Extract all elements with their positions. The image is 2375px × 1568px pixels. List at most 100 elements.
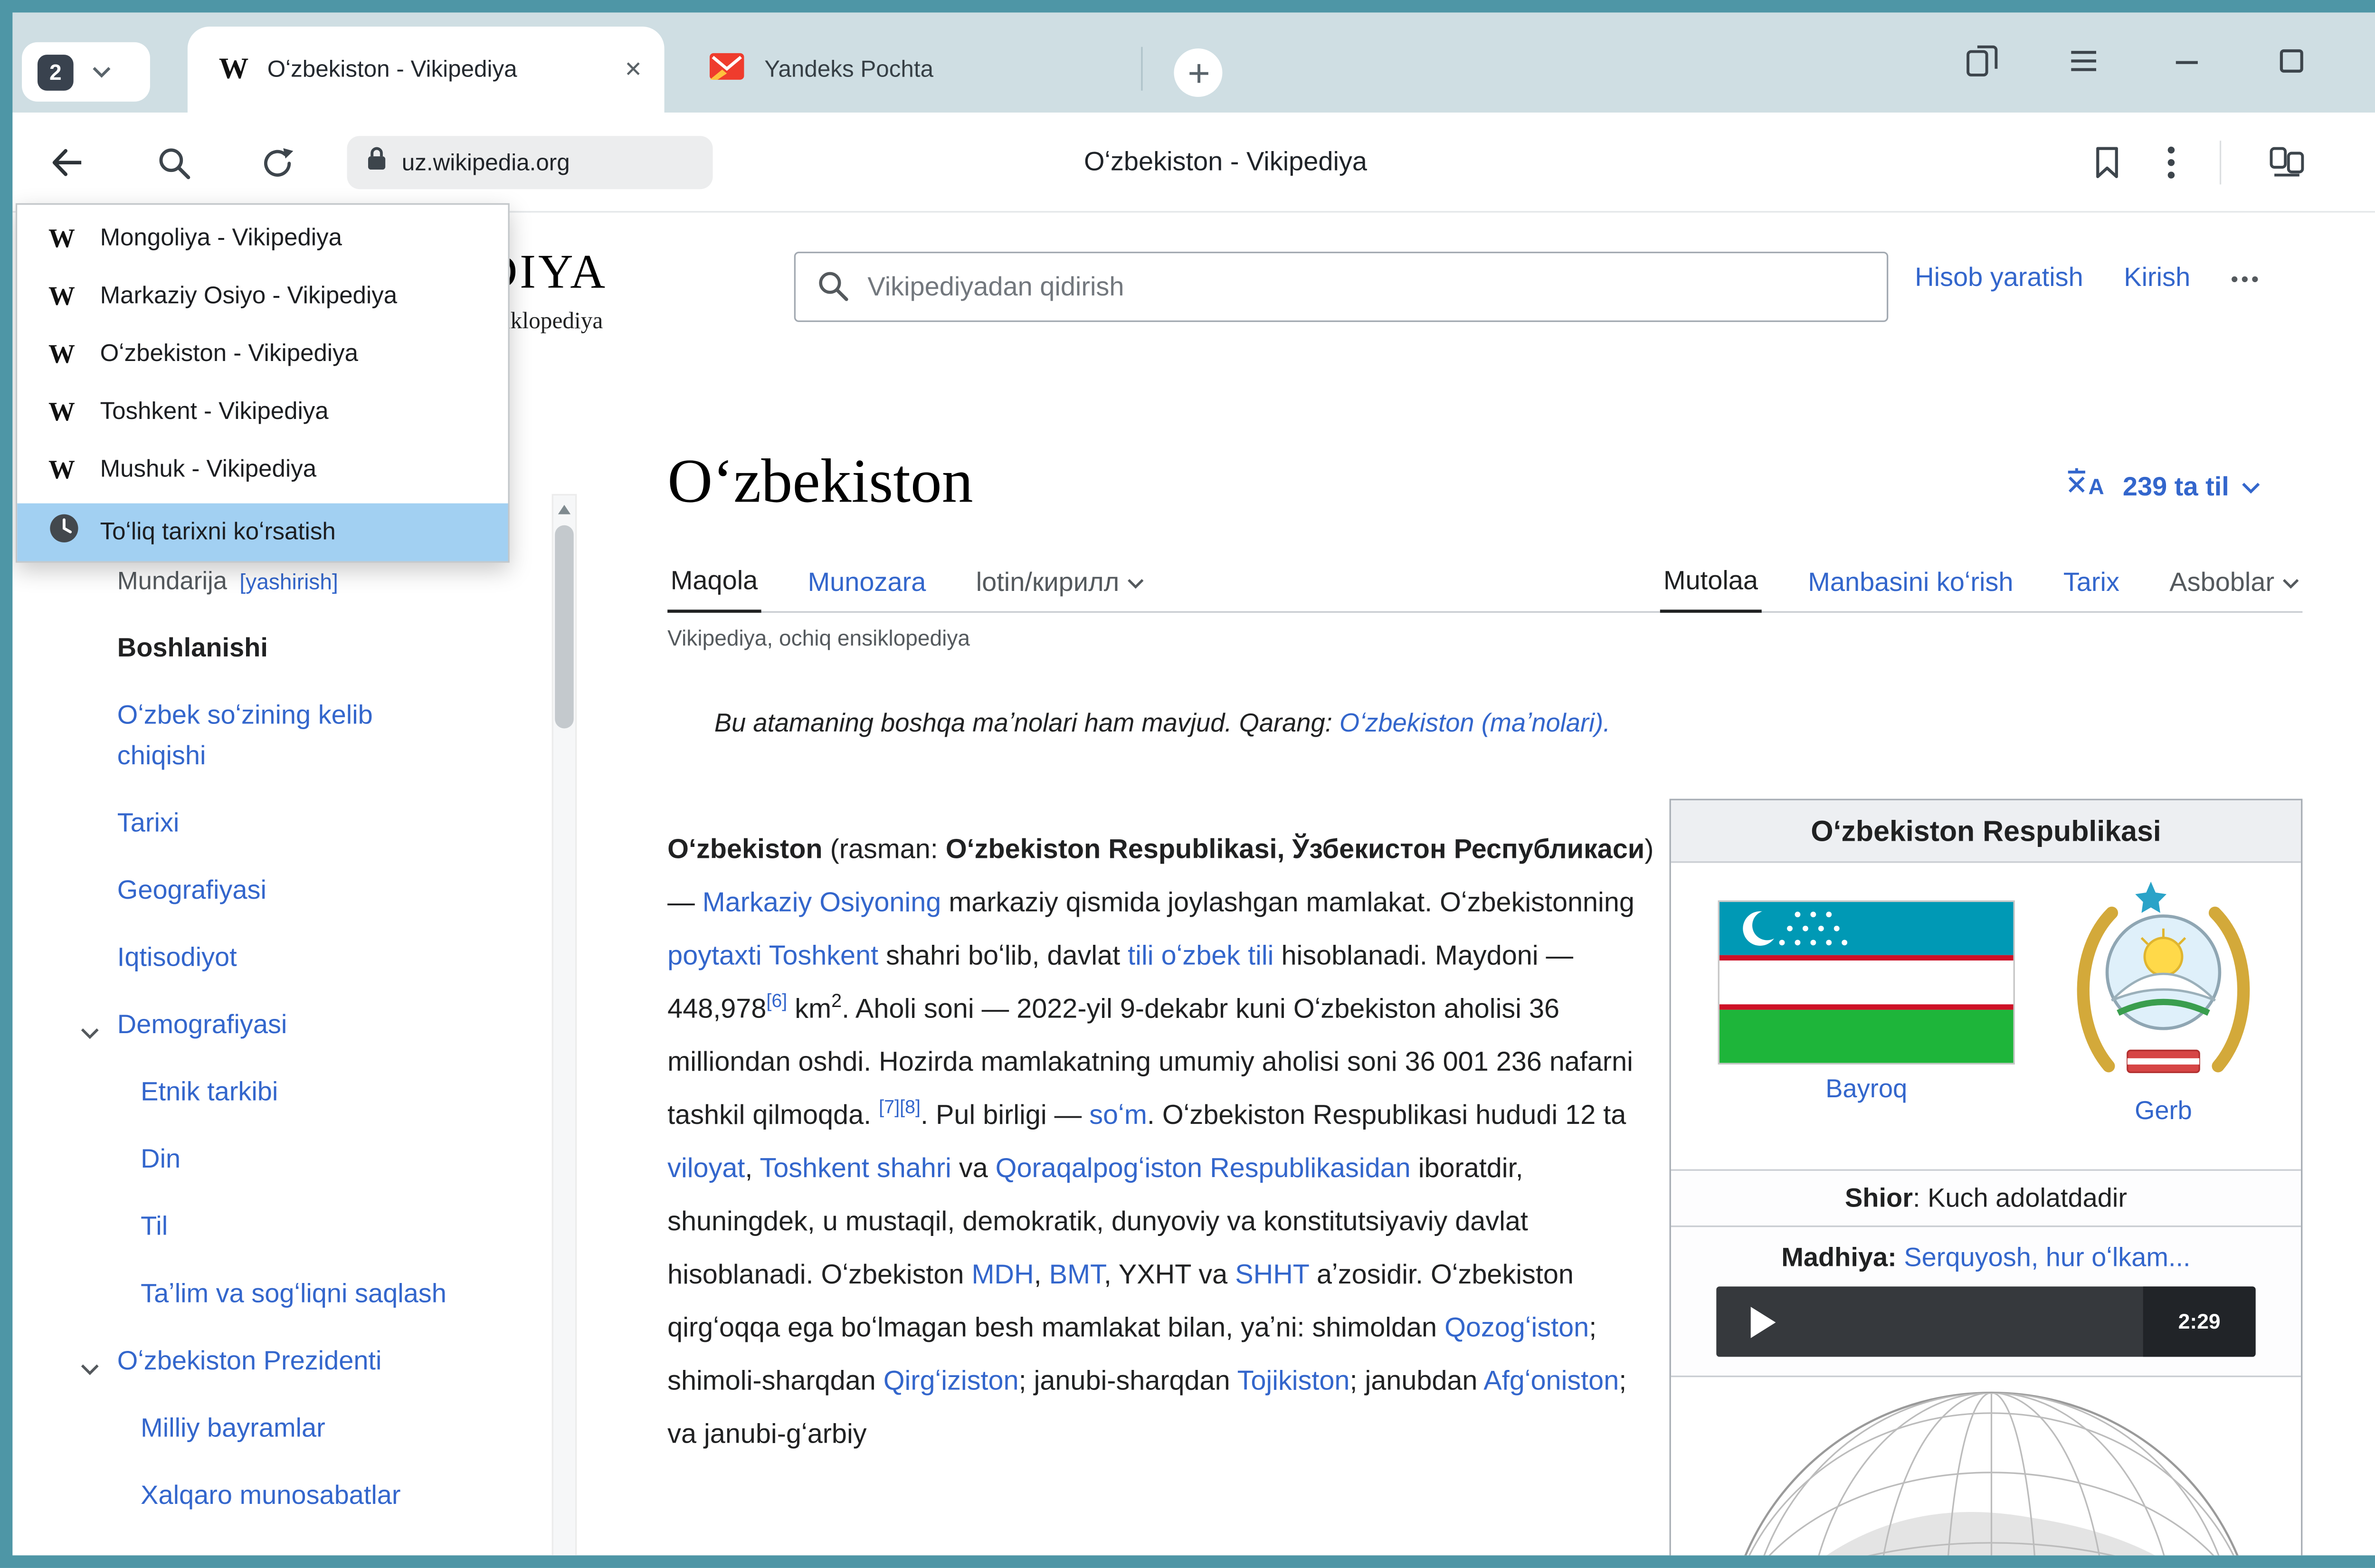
close-tab-icon[interactable]: ✕ [624,56,643,83]
history-item-label: Markaziy Osiyo - Vikipediya [100,282,398,310]
tab-history[interactable]: Tarix [2060,568,2122,611]
yandex-search-icon[interactable] [150,139,197,186]
tab-active-wikipedia[interactable]: W Oʻzbekiston - Vikipediya ✕ [188,27,665,113]
history-menu-item[interactable]: W Oʻzbekiston - Vikipediya [17,325,508,383]
toc-scrollbar[interactable] [552,494,577,1555]
history-menu-item[interactable]: W Mushuk - Vikipediya [17,441,508,499]
history-item-label: Toshkent - Vikipediya [100,398,329,426]
create-account-link[interactable]: Hisob yaratish [1915,263,2083,294]
emblem-caption-link[interactable]: Gerb [2065,1097,2262,1127]
back-button[interactable] [44,139,91,186]
history-menu-item[interactable]: W Toshkent - Vikipediya [17,383,508,441]
article-link[interactable]: oʻzbek tili [1161,940,1274,971]
languages-icon: A [2063,466,2110,508]
chevron-down-icon[interactable] [92,58,111,86]
toc-item[interactable]: Tarixi [117,803,465,844]
downloads-icon[interactable] [2370,139,2375,186]
article-link[interactable]: Markaziy Osiyoning [703,886,941,918]
article-link[interactable]: Qirgʻiziston [884,1365,1019,1396]
chevron-down-icon[interactable] [80,1349,100,1390]
toc-item-expandable[interactable]: Oʻzbekiston Prezidenti [117,1341,465,1382]
tab-view-source[interactable]: Manbasini koʻrish [1805,568,2016,611]
history-menu-item[interactable]: W Markaziy Osiyo - Vikipediya [17,267,508,325]
toc-subitem[interactable]: Til [117,1207,465,1248]
close-window-button[interactable] [2373,38,2375,85]
uzbekistan-flag-image[interactable] [1718,901,2015,1065]
toc-subitem[interactable]: Taʼlim va sogʻliqni saqlash [117,1274,465,1315]
kebab-menu-icon[interactable] [2148,139,2195,186]
toc-item[interactable]: Iqtisodiyot [117,938,465,979]
toc-subitem[interactable]: Etnik tarkibi [117,1073,465,1113]
toc-item[interactable]: Oʻzbek soʻzining kelib chiqishi [117,695,465,777]
article-text: . Pul birligi — [921,1099,1089,1130]
article-link[interactable]: tili [1128,940,1153,971]
anthem-label: Madhiya: [1781,1243,1896,1274]
article-link[interactable]: Afgʻoniston [1483,1365,1619,1396]
audio-time-box: 2:29 [2143,1286,2256,1357]
toc-subitem[interactable]: Xalqaro munosabatlar [117,1476,465,1517]
anthem-link[interactable]: Serquyosh, hur oʻlkam... [1904,1243,2190,1274]
scroll-up-button[interactable] [553,495,575,522]
menu-hamburger-icon[interactable] [2060,38,2107,85]
tab-title: Oʻzbekiston - Vikipediya [267,56,612,83]
show-full-history-item[interactable]: Toʻliq tarixni koʻrsatish [17,504,508,561]
flag-caption-link[interactable]: Bayroq [1718,1075,2015,1105]
toc-item[interactable]: Geografiyasi [117,871,465,912]
article-link[interactable]: MDH [971,1258,1034,1290]
reload-button[interactable] [253,139,300,186]
article-link[interactable]: Toshkent [769,940,879,971]
tab-tools[interactable]: Asboblar [2166,568,2303,611]
article-link[interactable]: SHHT [1235,1258,1309,1290]
wiki-search-input[interactable] [794,252,1889,322]
language-selector[interactable]: A 239 ta til [2063,466,2261,508]
article-link[interactable]: Qozogʻiston [1444,1311,1589,1343]
anthem-audio-player[interactable]: 2:29 [1716,1286,2255,1357]
uzbekistan-emblem-image[interactable] [2065,875,2262,1091]
chevron-down-icon[interactable] [80,1013,100,1054]
tab-counter-button[interactable]: 2 [22,42,150,102]
motto-label: Shior [1845,1183,1913,1214]
article-tabs: Maqola Munozara lotin/кирилл Mutolaa Man… [667,557,2302,613]
play-icon[interactable] [1751,1306,1776,1337]
tab-variant[interactable]: lotin/кирилл [973,568,1147,611]
toc-item-label: Oʻzbekiston Prezidenti [117,1346,382,1376]
toc-subitem[interactable]: Milliy bayramlar [117,1408,465,1449]
tab-article[interactable]: Maqola [667,566,761,613]
article-link[interactable]: BMT [1049,1258,1104,1290]
new-tab-button[interactable] [1174,48,1222,97]
scrollbar-thumb[interactable] [555,525,573,729]
article-link[interactable]: [7][8] [879,1096,921,1118]
toc-hide-link[interactable]: [yashirish] [239,569,338,594]
login-link[interactable]: Kirish [2124,263,2190,294]
toc-subitem[interactable]: Din [117,1140,465,1180]
article-link[interactable]: viloyat [667,1152,745,1183]
article-link[interactable]: Qoraqalpogʻiston Respublikasidan [996,1152,1411,1183]
history-menu-item[interactable]: W Mongoliya - Vikipediya [17,209,508,267]
collections-icon[interactable] [2263,139,2310,186]
toc-item[interactable]: Boshlanishi [117,628,465,669]
more-options-icon[interactable]: ••• [2231,266,2262,290]
wiki-search [794,252,1889,322]
navigation-bar: uz.wikipedia.org Oʻzbekiston - Vikipediy… [12,113,2375,213]
article-text: shahri boʻlib, davlat [878,940,1128,971]
toc-item-expandable[interactable]: Demografiyasi [117,1005,465,1046]
toc-item-label: Demografiyasi [117,1010,287,1040]
tab-yandex-mail[interactable]: Yandeks Pochta [677,27,1140,113]
toc-item-label: Taʼlim va sogʻliqni saqlash [141,1279,446,1309]
article-link[interactable]: soʻm [1089,1099,1147,1130]
tab-talk[interactable]: Munozara [805,568,929,611]
bookmark-icon[interactable] [2084,139,2131,186]
article-link[interactable]: Tojikiston [1237,1365,1350,1396]
article-link[interactable]: poytaxti [667,940,761,971]
toc-item-label: Til [141,1211,168,1241]
maximize-button[interactable] [2268,38,2315,85]
toolbar-separator [2220,141,2221,184]
toc-item-label: Tarixi [117,808,180,838]
minimize-button[interactable] [2163,38,2210,85]
address-bar[interactable]: uz.wikipedia.org [347,136,713,189]
sidebar-panels-icon[interactable] [1958,38,2005,85]
article-link[interactable]: [6] [766,990,787,1012]
article-link[interactable]: Toshkent shahri [760,1152,951,1183]
tab-read[interactable]: Mutolaa [1660,566,1761,613]
hatnote-link[interactable]: Oʻzbekiston (maʼnolari). [1340,710,1610,738]
